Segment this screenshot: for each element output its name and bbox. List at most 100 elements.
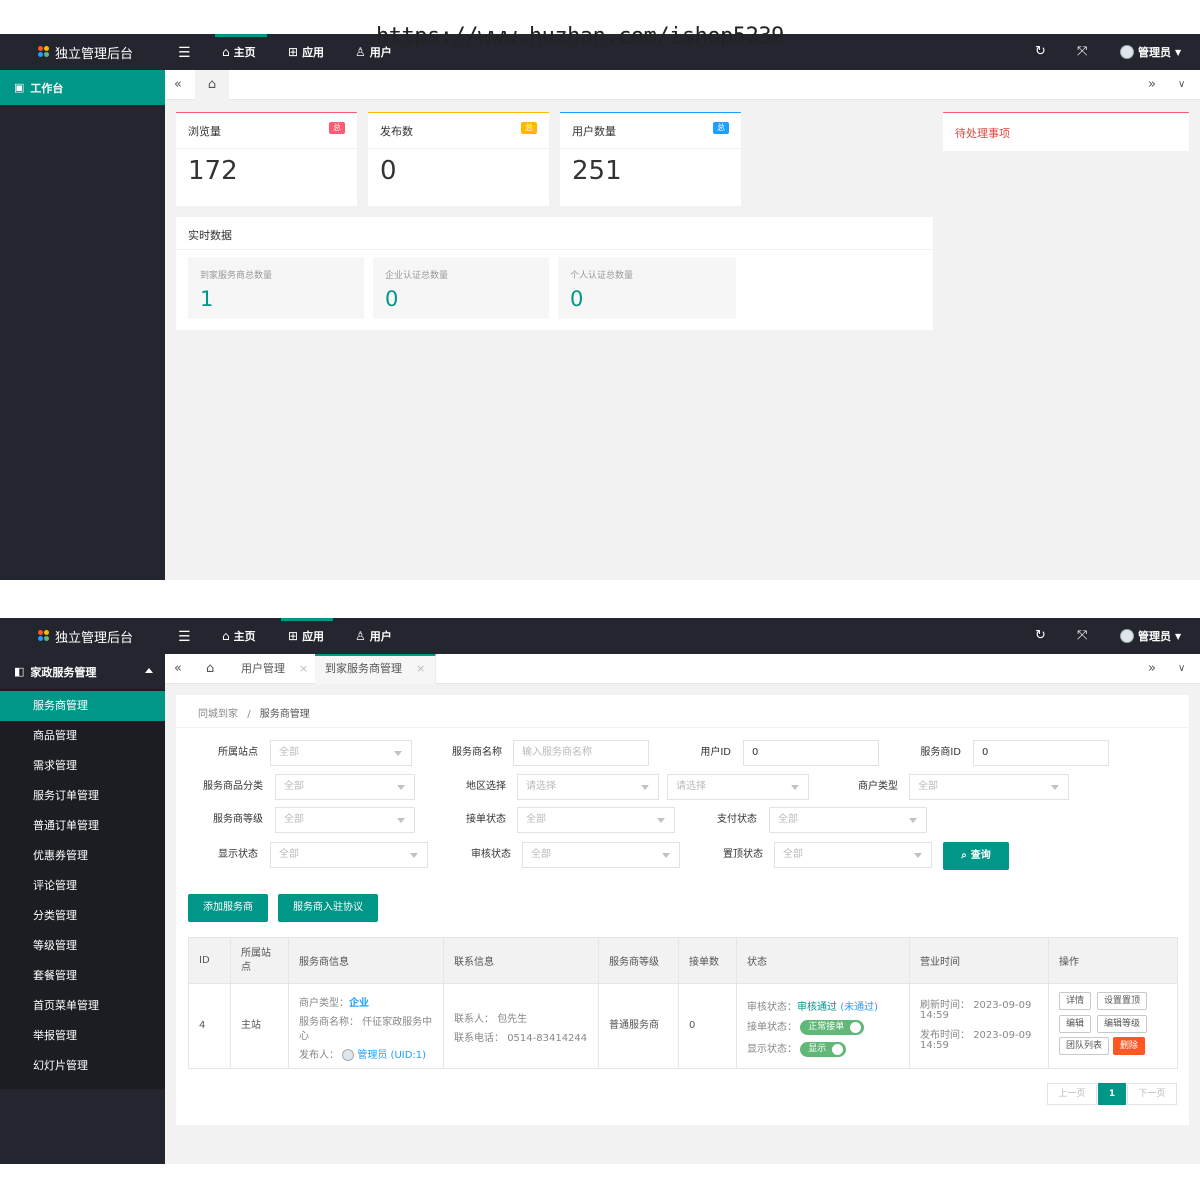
chevron-down-icon: [909, 818, 917, 823]
filter-audit-select[interactable]: 全部: [522, 842, 680, 868]
audit-fail-link[interactable]: (未通过): [840, 1002, 878, 1013]
breadcrumb-root[interactable]: 同城到家: [198, 709, 238, 720]
tabs-menu-icon[interactable]: ∨: [1178, 79, 1185, 90]
menu-fold-icon[interactable]: ☰: [178, 629, 191, 645]
edit-button[interactable]: 编辑: [1059, 1015, 1092, 1033]
tabs-left-icon[interactable]: «: [174, 661, 182, 676]
filter-region-select-2[interactable]: 请选择: [667, 774, 809, 800]
audit-pass-link[interactable]: 审核通过: [797, 1002, 837, 1013]
sidebar-item-levels[interactable]: 等级管理: [0, 931, 165, 961]
sidebar-item-provider[interactable]: 服务商管理: [0, 691, 165, 721]
nav-home[interactable]: ⌂ 主页: [222, 618, 256, 654]
fullscreen-icon[interactable]: ⤧: [1077, 44, 1087, 59]
query-button[interactable]: ⌕ 查询: [943, 842, 1009, 870]
tab-user-manage[interactable]: 用户管理 ×: [231, 654, 320, 684]
realtime-item-personal: 个人认证总数量 0: [558, 257, 736, 319]
filter-station-select[interactable]: 全部: [270, 740, 412, 766]
tabs-right-icon[interactable]: »: [1148, 77, 1156, 92]
sidebar-item-slides[interactable]: 幻灯片管理: [0, 1051, 165, 1081]
add-provider-button[interactable]: 添加服务商: [188, 894, 268, 922]
edit-level-button[interactable]: 编辑等级: [1097, 1015, 1148, 1033]
tab-bar: « ⌂ » ∨: [165, 70, 1200, 100]
realtime-title: 实时数据: [188, 229, 232, 242]
tab-provider-manage[interactable]: 到家服务商管理 ×: [315, 654, 437, 684]
set-top-button[interactable]: 设置置顶: [1097, 992, 1148, 1010]
filter-display-select[interactable]: 全部: [270, 842, 428, 868]
logo-icon: [38, 630, 50, 642]
sidebar-item-service-orders[interactable]: 服务订单管理: [0, 781, 165, 811]
filter-level-select[interactable]: 全部: [275, 807, 415, 833]
filter-merchant-type-select[interactable]: 全部: [909, 774, 1069, 800]
filter-label-audit: 审核状态: [471, 849, 511, 860]
chevron-down-icon: [657, 818, 665, 823]
table-cell-contact: 联系人： 包先生 联系电话： 0514-83414244: [444, 984, 599, 1068]
nav-apps[interactable]: ⊞ 应用: [288, 618, 324, 654]
table-cell-business-time: 刷新时间： 2023-09-09 14:59 发布时间： 2023-09-09 …: [910, 984, 1049, 1068]
sidebar-item-demand[interactable]: 需求管理: [0, 751, 165, 781]
agreement-button[interactable]: 服务商入驻协议: [278, 894, 378, 922]
merchant-type-link[interactable]: 企业: [349, 998, 369, 1009]
watermark-url: https://www.huzhan.com/ishop5239: [376, 24, 784, 49]
delete-button[interactable]: 删除: [1113, 1037, 1146, 1055]
sidebar-item-goods[interactable]: 商品管理: [0, 721, 165, 751]
nav-users[interactable]: ♙ 用户: [355, 618, 392, 654]
sidebar-item-comments[interactable]: 评论管理: [0, 871, 165, 901]
publisher-link[interactable]: 管理员 (UID:1): [357, 1050, 426, 1061]
sidebar-item-workbench[interactable]: ▣ 工作台: [0, 70, 165, 105]
close-icon[interactable]: ×: [416, 662, 425, 675]
top-bar: 独立管理后台 ☰ ⌂ 主页 ⊞ 应用 ♙ 用户 ↻ ⤧ 管理员 ▼: [0, 618, 1200, 654]
table-header: 服务商信息: [289, 938, 444, 984]
nav-apps[interactable]: ⊞ 应用: [288, 34, 324, 70]
team-list-button[interactable]: 团队列表: [1059, 1037, 1110, 1055]
filter-label-name: 服务商名称: [452, 747, 502, 758]
close-icon[interactable]: ×: [299, 662, 308, 675]
sidebar-item-home-menu[interactable]: 首页菜单管理: [0, 991, 165, 1021]
menu-fold-icon[interactable]: ☰: [178, 45, 191, 61]
tab-home[interactable]: ⌂: [195, 70, 229, 100]
app-title: 独立管理后台: [55, 630, 134, 646]
nav-home[interactable]: ⌂ 主页: [222, 34, 256, 70]
display-toggle[interactable]: 显示: [800, 1041, 847, 1057]
filter-pay-select[interactable]: 全部: [769, 807, 927, 833]
refresh-icon[interactable]: ↻: [1035, 628, 1046, 643]
sidebar-item-categories[interactable]: 分类管理: [0, 901, 165, 931]
filter-category-select[interactable]: 全部: [275, 774, 415, 800]
next-page-button[interactable]: 下一页: [1127, 1083, 1177, 1105]
table-header: 接单数: [679, 938, 737, 984]
tab-home-icon[interactable]: ⌂: [206, 661, 214, 676]
breadcrumb: 同城到家 / 服务商管理: [198, 709, 310, 720]
tabs-menu-icon[interactable]: ∨: [1178, 663, 1185, 674]
fullscreen-icon[interactable]: ⤧: [1077, 628, 1087, 643]
sidebar-item-normal-orders[interactable]: 普通订单管理: [0, 811, 165, 841]
todo-card[interactable]: 待处理事项: [943, 112, 1189, 151]
filter-name-input[interactable]: 输入服务商名称: [513, 740, 649, 766]
table-header: ID: [189, 938, 231, 984]
admin-menu[interactable]: 管理员 ▼: [1120, 618, 1181, 654]
apps-icon: ⊞: [288, 629, 299, 643]
filter-region-select-1[interactable]: 请选择: [517, 774, 659, 800]
filter-accept-select[interactable]: 全部: [517, 807, 675, 833]
accept-toggle[interactable]: 正常接单: [800, 1019, 865, 1035]
prev-page-button[interactable]: 上一页: [1047, 1083, 1097, 1105]
filter-top-select[interactable]: 全部: [774, 842, 932, 868]
filter-label-category: 服务商品分类: [203, 781, 263, 792]
detail-button[interactable]: 详情: [1059, 992, 1092, 1010]
app-logo[interactable]: 独立管理后台: [0, 34, 165, 70]
page-1-button[interactable]: 1: [1098, 1083, 1126, 1105]
filter-uid-input[interactable]: 0: [743, 740, 879, 766]
stat-value: 251: [572, 156, 622, 186]
admin-menu[interactable]: 管理员 ▼: [1120, 34, 1181, 70]
sidebar-submenu: 服务商管理 商品管理 需求管理 服务订单管理 普通订单管理 优惠券管理 评论管理…: [0, 689, 165, 1089]
sidebar-group-housekeeping[interactable]: ◧ 家政服务管理: [0, 654, 165, 689]
sidebar-item-reports[interactable]: 举报管理: [0, 1021, 165, 1051]
sidebar-item-packages[interactable]: 套餐管理: [0, 961, 165, 991]
sidebar-item-coupons[interactable]: 优惠券管理: [0, 841, 165, 871]
tabs-left-icon[interactable]: «: [174, 77, 182, 92]
table-cell-level: 普通服务商: [599, 984, 679, 1068]
tabs-right-icon[interactable]: »: [1148, 661, 1156, 676]
refresh-icon[interactable]: ↻: [1035, 44, 1046, 59]
filter-label-merchant-type: 商户类型: [858, 781, 898, 792]
filter-pid-input[interactable]: 0: [973, 740, 1109, 766]
chevron-down-icon: [914, 853, 922, 858]
app-logo[interactable]: 独立管理后台: [0, 618, 165, 654]
